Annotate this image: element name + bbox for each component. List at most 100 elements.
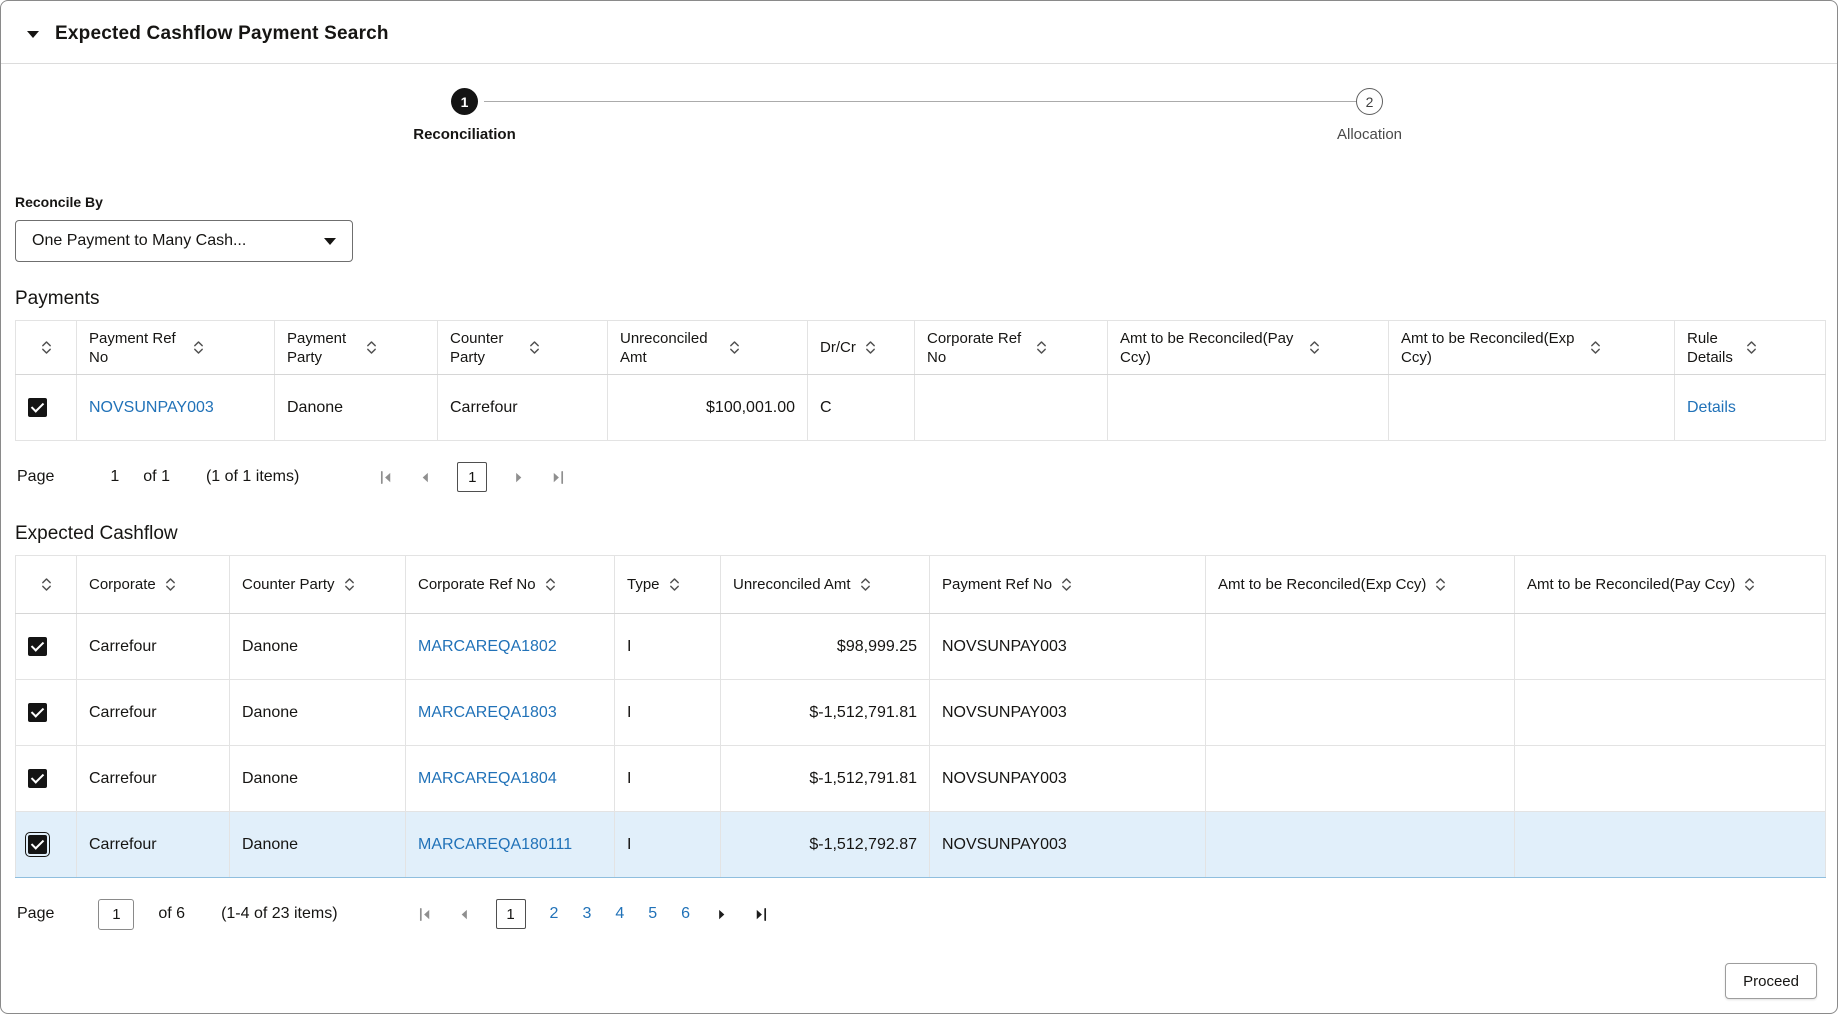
amt-reconciled-pay-ccy-cell [1514, 679, 1826, 746]
reconcile-by-select[interactable]: One Payment to Many Cash... [15, 220, 353, 262]
column-label: Counter Party [450, 329, 504, 366]
step-allocation: 2 Allocation [1337, 88, 1402, 143]
cashflow-header-row: Corporate Counter Party Corporate Ref No… [15, 555, 1826, 614]
counter-party-cell: Danone [229, 745, 406, 812]
previous-page-icon[interactable] [457, 907, 472, 922]
payments-col-amt-reconciled-exp-ccy[interactable]: Amt to be Reconciled(Exp Ccy) [1388, 320, 1675, 375]
reconcile-by-label: Reconcile By [15, 194, 103, 210]
page-2-link[interactable]: 2 [550, 905, 559, 923]
column-label: Corporate Ref No [418, 576, 536, 593]
cashflow-col-counter-party[interactable]: Counter Party [229, 555, 406, 614]
page-label: Page [17, 468, 55, 485]
payments-col-amt-reconciled-pay-ccy[interactable]: Amt to be Reconciled(Pay Ccy) [1107, 320, 1389, 375]
unreconciled-amt-cell: $-1,512,791.81 [720, 679, 930, 746]
amt-reconciled-exp-ccy-cell [1205, 679, 1515, 746]
expected-cashflow-table: Corporate Counter Party Corporate Ref No… [15, 555, 1826, 878]
payments-col-payment-ref-no[interactable]: Payment Ref No [76, 320, 275, 375]
cashflow-select-all-header[interactable] [15, 555, 77, 614]
stepper: 1 Reconciliation 2 Allocation [1, 88, 1837, 174]
rule-details-link[interactable]: Details [1687, 399, 1736, 416]
payments-header-row: Payment Ref No Payment Party Counter Par… [15, 320, 1826, 375]
cashflow-col-amt-reconciled-exp-ccy[interactable]: Amt to be Reconciled(Exp Ccy) [1205, 555, 1515, 614]
page-5-link[interactable]: 5 [648, 905, 657, 923]
corporate-ref-no-link[interactable]: MARCAREQA1804 [418, 770, 557, 787]
cashflow-col-amt-reconciled-pay-ccy[interactable]: Amt to be Reconciled(Pay Ccy) [1514, 555, 1826, 614]
sort-icon [194, 341, 203, 354]
cashflow-col-unreconciled-amt[interactable]: Unreconciled Amt [720, 555, 930, 614]
sort-icon [545, 578, 555, 591]
page-of-label: of 1 [143, 468, 170, 485]
cashflow-col-corporate-ref-no[interactable]: Corporate Ref No [405, 555, 615, 614]
items-count-label: (1-4 of 23 items) [221, 905, 338, 922]
step-reconciliation: 1 Reconciliation [413, 88, 516, 143]
current-page-button[interactable]: 1 [495, 899, 526, 929]
next-page-icon[interactable] [511, 470, 526, 485]
sort-icon [344, 578, 354, 591]
corporate-ref-no-link[interactable]: MARCAREQA180111 [418, 836, 572, 853]
page-6-link[interactable]: 6 [681, 905, 690, 923]
current-page-button[interactable]: 1 [457, 462, 488, 492]
row-checkbox[interactable] [28, 398, 47, 417]
row-checkbox[interactable] [28, 703, 47, 722]
payments-col-unreconciled-amt[interactable]: Unreconciled Amt [607, 320, 808, 375]
payments-section-title: Payments [15, 288, 100, 309]
expected-cashflow-section-title: Expected Cashflow [15, 523, 178, 544]
last-page-icon[interactable] [753, 907, 768, 922]
column-label: Amt to be Reconciled(Pay Ccy) [1120, 329, 1294, 366]
sort-icon [41, 578, 51, 591]
step-2-indicator[interactable]: 2 [1356, 88, 1383, 115]
column-label: Amt to be Reconciled(Exp Ccy) [1401, 329, 1575, 366]
corporate-cell: Carrefour [76, 811, 230, 878]
page-of-label: of 6 [158, 905, 186, 922]
payments-col-dr-cr[interactable]: Dr/Cr [807, 320, 915, 375]
payment-ref-no-link[interactable]: NOVSUNPAY003 [89, 399, 214, 416]
column-label: Type [627, 576, 660, 593]
row-checkbox[interactable] [25, 832, 50, 857]
payments-select-all-header[interactable] [15, 320, 77, 375]
stepper-connector [484, 101, 1356, 102]
last-page-icon[interactable] [550, 470, 565, 485]
amt-reconciled-exp-ccy-cell [1205, 613, 1515, 680]
sort-icon [1436, 578, 1446, 591]
cashflow-col-payment-ref-no[interactable]: Payment Ref No [929, 555, 1206, 614]
payment-ref-no-cell: NOVSUNPAY003 [929, 811, 1206, 878]
collapse-caret-icon[interactable] [27, 30, 39, 38]
sort-icon [730, 341, 739, 354]
sort-icon [1745, 578, 1755, 591]
proceed-button[interactable]: Proceed [1725, 963, 1817, 999]
corporate-cell: Carrefour [76, 613, 230, 680]
column-label: Payment Ref No [89, 329, 176, 366]
corporate-ref-no-link[interactable]: MARCAREQA1802 [418, 638, 557, 655]
payments-col-rule-details[interactable]: Rule Details [1674, 320, 1826, 375]
cashflow-row: Carrefour Danone MARCAREQA1804 I $-1,512… [15, 745, 1826, 812]
column-label: Amt to be Reconciled(Exp Ccy) [1218, 576, 1427, 593]
payment-ref-no-cell: NOVSUNPAY003 [929, 613, 1206, 680]
cashflow-paginator: Page of 6 (1-4 of 23 items) 1 2 3 4 5 6 [17, 894, 1837, 934]
cashflow-row-selected: Carrefour Danone MARCAREQA180111 I $-1,5… [15, 811, 1826, 878]
counter-party-cell: Danone [229, 811, 406, 878]
page-input[interactable] [98, 898, 135, 930]
first-page-icon[interactable] [379, 470, 394, 485]
payments-col-corporate-ref-no[interactable]: Corporate Ref No [914, 320, 1108, 375]
cashflow-col-type[interactable]: Type [614, 555, 721, 614]
sort-icon [865, 341, 875, 354]
cashflow-col-corporate[interactable]: Corporate [76, 555, 230, 614]
row-checkbox[interactable] [28, 769, 47, 788]
amt-reconciled-pay-ccy-cell [1514, 745, 1826, 812]
page-3-link[interactable]: 3 [582, 905, 591, 923]
column-label: Rule Details [1687, 329, 1733, 366]
step-1-indicator[interactable]: 1 [451, 88, 478, 115]
corporate-ref-no-link[interactable]: MARCAREQA1803 [418, 704, 557, 721]
row-checkbox[interactable] [28, 637, 47, 656]
first-page-icon[interactable] [418, 907, 433, 922]
page-4-link[interactable]: 4 [615, 905, 624, 923]
sort-icon [530, 341, 539, 354]
column-label: Payment Ref No [942, 576, 1053, 593]
payments-col-counter-party[interactable]: Counter Party [437, 320, 608, 375]
reconcile-by-value: One Payment to Many Cash... [32, 232, 247, 249]
next-page-icon[interactable] [714, 907, 729, 922]
payments-col-payment-party[interactable]: Payment Party [274, 320, 438, 375]
previous-page-icon[interactable] [418, 470, 433, 485]
type-cell: I [614, 613, 721, 680]
payment-ref-no-cell: NOVSUNPAY003 [929, 745, 1206, 812]
